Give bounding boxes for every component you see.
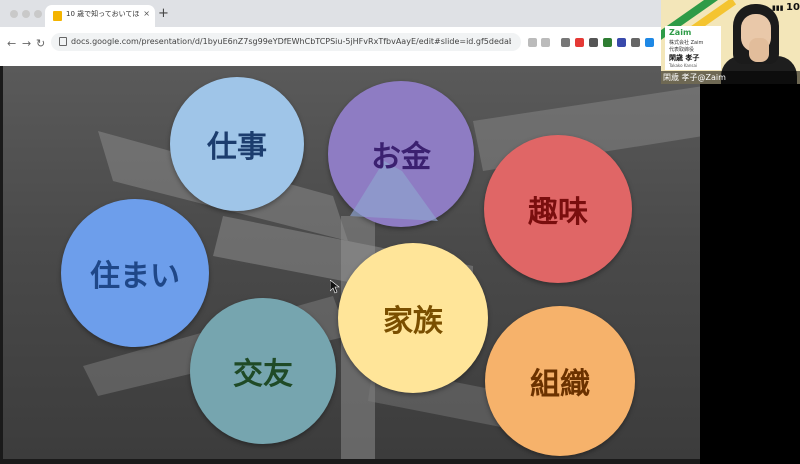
overlay-number: 10 bbox=[786, 2, 800, 13]
circle-shigoto: 仕事 bbox=[170, 77, 304, 211]
presenter-role: 代表取締役 bbox=[669, 47, 695, 53]
bookmark-star-icon[interactable] bbox=[541, 38, 550, 47]
presenter-name-en: Takako Kansai bbox=[669, 63, 698, 68]
presenter-hand bbox=[749, 38, 769, 62]
tab-title: 10 歳で知っておいてほしい、あな bbox=[66, 10, 140, 18]
close-window-icon[interactable] bbox=[10, 10, 18, 18]
share-icon[interactable] bbox=[528, 38, 537, 47]
circle-label: 家族 bbox=[383, 304, 443, 339]
caption-bar: 閑歳 孝子@Zaim bbox=[661, 71, 800, 84]
browser-window: 10 歳で知っておいてほしい、あな × + ← → ↻ docs.google.… bbox=[0, 0, 661, 67]
extension-icon[interactable] bbox=[603, 38, 612, 47]
extension-icon[interactable] bbox=[589, 38, 598, 47]
presenter-name: 閑歳 孝子 bbox=[669, 54, 700, 62]
circle-label: 仕事 bbox=[207, 130, 267, 165]
circle-kouyuu: 交友 bbox=[190, 298, 336, 444]
circle-sumai: 住まい bbox=[61, 199, 209, 347]
circle-label: お金 bbox=[371, 140, 431, 175]
maximize-window-icon[interactable] bbox=[34, 10, 42, 18]
presenter-video: Zaim 株式会社 Zaim 代表取締役 閑歳 孝子 Takako Kansai… bbox=[661, 0, 800, 84]
extension-icon[interactable] bbox=[561, 38, 570, 47]
circle-shumi: 趣味 bbox=[484, 135, 632, 283]
extension-icon[interactable] bbox=[631, 38, 640, 47]
circle-okane: お金 bbox=[328, 81, 474, 227]
slide-canvas: 仕事 お金 趣味 住まい 家族 交友 組織 bbox=[3, 66, 700, 459]
minimize-window-icon[interactable] bbox=[22, 10, 30, 18]
slides-favicon-icon bbox=[53, 11, 62, 21]
browser-toolbar: ← → ↻ docs.google.com/presentation/d/1by… bbox=[0, 27, 661, 67]
mouse-cursor-icon bbox=[330, 280, 340, 294]
tab-close-icon[interactable]: × bbox=[143, 9, 150, 18]
tab-bar: 10 歳で知っておいてほしい、あな × + bbox=[0, 0, 661, 27]
signal-bars-icon: ▮▮▮ bbox=[772, 4, 784, 12]
extension-icon[interactable] bbox=[645, 38, 654, 47]
lock-icon bbox=[59, 37, 67, 46]
forward-icon[interactable]: → bbox=[22, 37, 31, 50]
circle-label: 趣味 bbox=[528, 195, 588, 230]
extension-icon[interactable] bbox=[575, 38, 584, 47]
circle-label: 住まい bbox=[90, 259, 180, 294]
address-bar[interactable]: docs.google.com/presentation/d/1byuE6nZ7… bbox=[51, 33, 521, 51]
circle-label: 組織 bbox=[530, 367, 590, 402]
zaim-logo: Zaim bbox=[669, 28, 692, 37]
company-name: 株式会社 Zaim bbox=[669, 40, 704, 46]
url-text: docs.google.com/presentation/d/1byuE6nZ7… bbox=[71, 37, 511, 46]
presenter-name-card: Zaim 株式会社 Zaim 代表取締役 閑歳 孝子 Takako Kansai bbox=[665, 26, 721, 70]
back-icon[interactable]: ← bbox=[7, 37, 16, 50]
caption-text: 閑歳 孝子@Zaim bbox=[663, 73, 726, 82]
reload-icon[interactable]: ↻ bbox=[36, 37, 45, 50]
browser-tab[interactable]: 10 歳で知っておいてほしい、あな × bbox=[45, 5, 155, 27]
circle-kazoku: 家族 bbox=[338, 243, 488, 393]
circle-label: 交友 bbox=[233, 357, 293, 392]
extension-icon[interactable] bbox=[617, 38, 626, 47]
presentation-stage: 仕事 お金 趣味 住まい 家族 交友 組織 bbox=[0, 66, 700, 464]
circle-soshiki: 組織 bbox=[485, 306, 635, 456]
new-tab-button[interactable]: + bbox=[158, 7, 169, 20]
